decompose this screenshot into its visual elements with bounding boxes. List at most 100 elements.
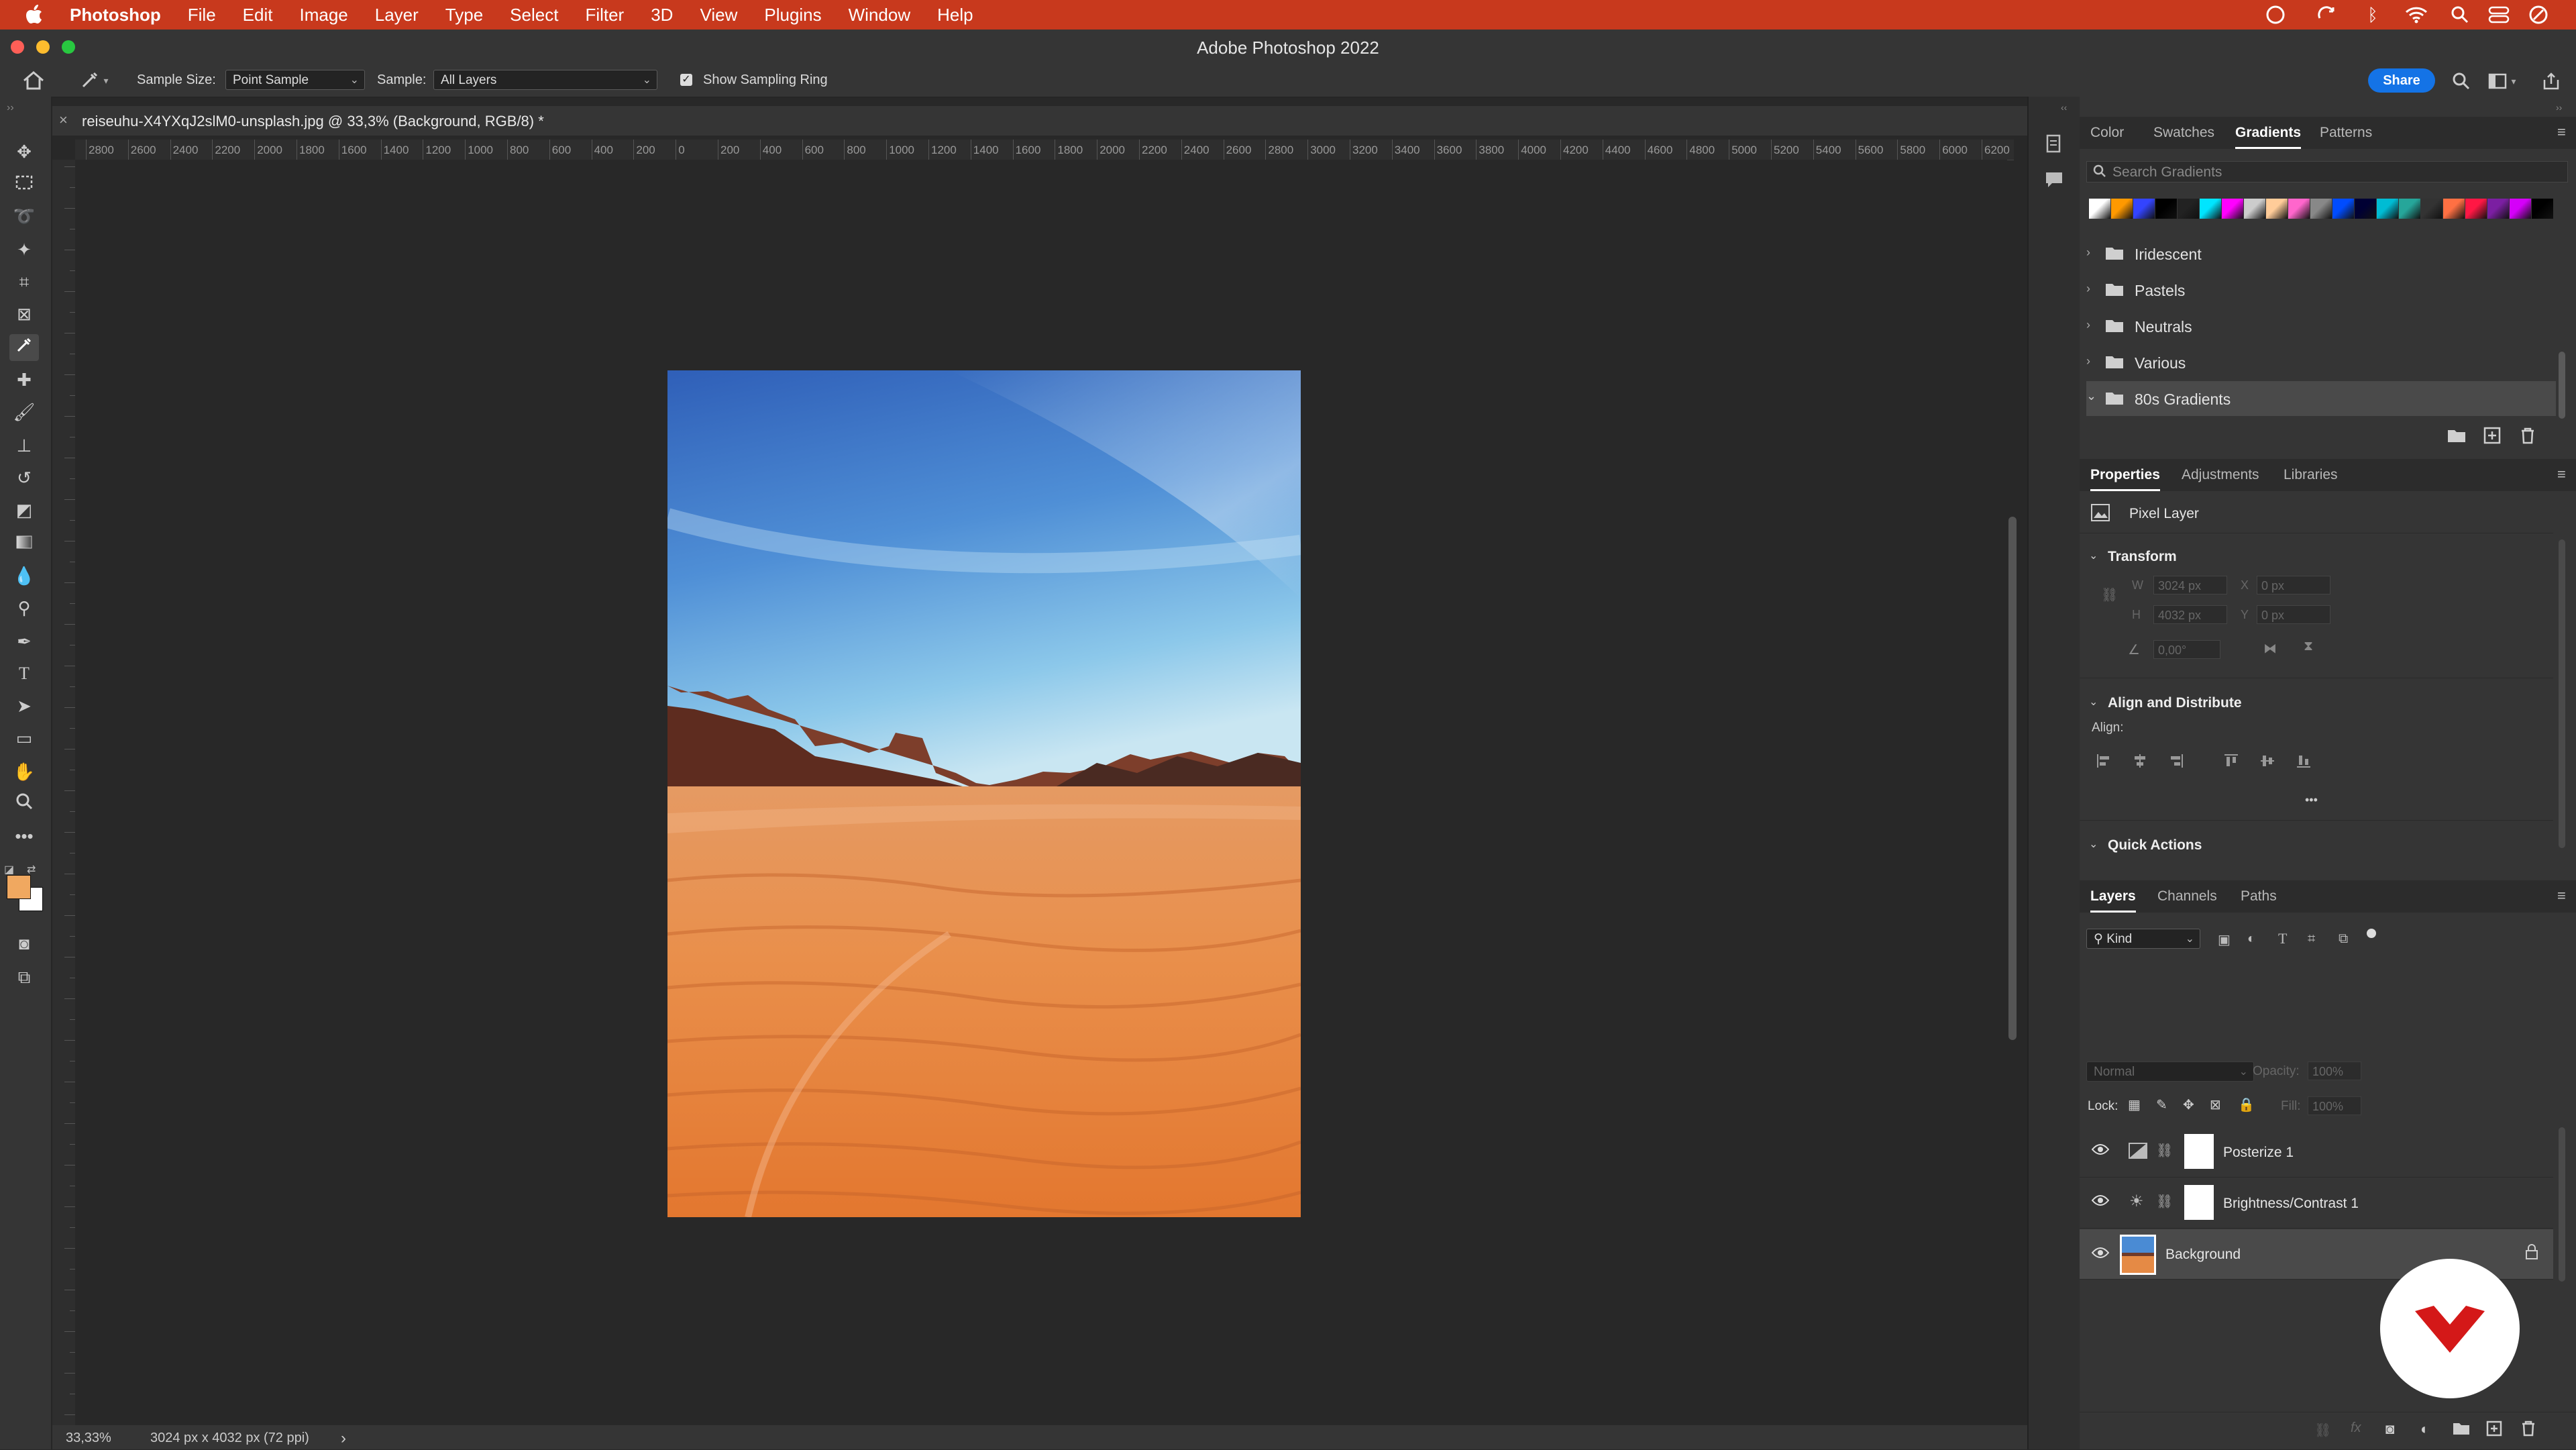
new-adjustment-icon[interactable]: ◐ — [2420, 1420, 2429, 1438]
magic-wand-tool-icon[interactable]: ✦ — [9, 236, 39, 263]
new-group-icon[interactable] — [2447, 428, 2466, 446]
search-icon[interactable] — [2450, 70, 2473, 93]
y-field[interactable]: 0 px — [2257, 605, 2330, 624]
sample-select[interactable]: All Layers ⌄ — [433, 70, 657, 90]
tab-color[interactable]: Color — [2090, 117, 2124, 149]
creative-cloud-icon[interactable] — [2265, 4, 2286, 25]
rectangle-tool-icon[interactable]: ▭ — [9, 725, 39, 752]
gradient-preset-swatch[interactable] — [2443, 199, 2465, 219]
filter-pixel-icon[interactable]: ▣ — [2218, 931, 2231, 948]
tab-adjustments[interactable]: Adjustments — [2182, 459, 2259, 491]
document-tab[interactable]: × reiseuhu-X4YXqJ2slM0-unsplash.jpg @ 33… — [52, 106, 2027, 136]
blend-mode-select[interactable]: Normal ⌄ — [2086, 1061, 2254, 1082]
screen-mode-icon[interactable]: ⧉ — [9, 964, 39, 990]
tab-patterns[interactable]: Patterns — [2320, 117, 2372, 149]
layer-name[interactable]: Brightness/Contrast 1 — [2223, 1196, 2359, 1212]
zoom-tool-icon[interactable] — [9, 790, 39, 817]
pen-tool-icon[interactable]: ✒ — [9, 628, 39, 655]
lock-artboard-icon[interactable]: ⊠ — [2210, 1096, 2221, 1113]
spotlight-search-icon[interactable] — [2450, 4, 2470, 25]
control-center-icon[interactable] — [2487, 4, 2510, 25]
align-middle-icon[interactable] — [2259, 753, 2275, 772]
eyedropper-preset-icon[interactable]: ▾ — [74, 68, 114, 93]
tab-layers[interactable]: Layers — [2090, 880, 2136, 913]
flip-vertical-icon[interactable]: ⧗ — [2304, 639, 2313, 654]
mask-link-icon[interactable]: ⛓ — [2156, 1142, 2173, 1159]
crop-tool-icon[interactable]: ⌗ — [9, 268, 39, 295]
gradient-preset-swatch[interactable] — [2200, 199, 2221, 219]
panel-menu-icon[interactable]: ≡ — [2557, 887, 2566, 904]
gradient-preset-swatch[interactable] — [2178, 199, 2199, 219]
menu-3d[interactable]: 3D — [637, 5, 686, 25]
tab-swatches[interactable]: Swatches — [2153, 117, 2214, 149]
layer-name[interactable]: Background — [2165, 1247, 2241, 1263]
export-icon[interactable] — [2540, 70, 2563, 93]
menu-filter[interactable]: Filter — [572, 5, 637, 25]
align-bottom-icon[interactable] — [2296, 753, 2312, 772]
clone-stamp-tool-icon[interactable]: ⊥ — [9, 432, 39, 459]
gradient-preset-swatch[interactable] — [2155, 199, 2177, 219]
filter-toggle-icon[interactable] — [2364, 926, 2379, 941]
healing-brush-tool-icon[interactable]: ✚ — [9, 366, 39, 393]
history-brush-tool-icon[interactable]: ↺ — [9, 464, 39, 491]
layer-row-posterize[interactable]: ⛓ Posterize 1 — [2080, 1127, 2553, 1178]
focus-moon-icon[interactable] — [2528, 4, 2549, 25]
menu-window[interactable]: Window — [835, 5, 924, 25]
gradient-preset-swatch[interactable] — [2288, 199, 2310, 219]
eraser-tool-icon[interactable]: ◩ — [9, 497, 39, 523]
chevron-down-icon[interactable]: ⌄ — [2089, 695, 2098, 709]
gradient-preset-swatch[interactable] — [2089, 199, 2110, 219]
menu-edit[interactable]: Edit — [229, 5, 286, 25]
home-icon[interactable] — [20, 68, 47, 93]
fill-field[interactable]: 100% — [2308, 1096, 2361, 1115]
document-image[interactable] — [667, 370, 1301, 1217]
group-neutrals[interactable]: › Neutrals — [2086, 309, 2556, 344]
more-tools-icon[interactable]: ••• — [9, 823, 39, 849]
menu-view[interactable]: View — [686, 5, 751, 25]
tab-channels[interactable]: Channels — [2157, 880, 2217, 913]
move-tool-icon[interactable]: ✥ — [9, 138, 39, 165]
close-document-icon[interactable]: × — [59, 111, 68, 129]
zoom-level[interactable]: 33,33% — [66, 1431, 111, 1446]
layer-lock-icon[interactable] — [2525, 1244, 2538, 1264]
gradient-preset-swatch[interactable] — [2465, 199, 2487, 219]
foreground-color-swatch[interactable] — [7, 875, 31, 899]
gradient-preset-swatch[interactable] — [2399, 199, 2420, 219]
visibility-eye-icon[interactable] — [2091, 1142, 2110, 1161]
width-field[interactable]: 3024 px — [2153, 576, 2227, 594]
gradient-preset-swatch[interactable] — [2244, 199, 2265, 219]
panel-menu-icon[interactable]: ≡ — [2557, 466, 2566, 483]
eyedropper-tool-icon[interactable] — [9, 334, 39, 361]
gradient-preset-swatch[interactable] — [2111, 199, 2133, 219]
layers-scrollbar[interactable] — [2559, 1127, 2565, 1282]
menu-select[interactable]: Select — [496, 5, 572, 25]
align-top-icon[interactable] — [2223, 753, 2239, 772]
show-sampling-ring-checkbox[interactable]: ✓ — [680, 74, 692, 86]
vertical-scrollbar[interactable] — [2008, 517, 2017, 1040]
align-section-title[interactable]: Align and Distribute — [2108, 695, 2242, 711]
visibility-eye-icon[interactable] — [2091, 1245, 2110, 1264]
menu-layer[interactable]: Layer — [362, 5, 432, 25]
gradient-preset-swatch[interactable] — [2510, 199, 2531, 219]
opacity-field[interactable]: 100% — [2308, 1061, 2361, 1080]
blur-tool-icon[interactable]: 💧 — [9, 562, 39, 589]
bluetooth-icon[interactable]: ᛒ — [2364, 4, 2381, 25]
default-colors-icon[interactable]: ◪ — [4, 863, 14, 876]
add-mask-icon[interactable]: ◙ — [2385, 1420, 2394, 1438]
lock-transparent-icon[interactable]: ▦ — [2128, 1096, 2141, 1113]
properties-scrollbar[interactable] — [2559, 539, 2565, 848]
workspace-icon[interactable]: ▾ — [2483, 70, 2521, 93]
layer-filter-kind-select[interactable]: ⚲ Kind ⌄ — [2086, 929, 2200, 949]
gradient-preset-swatch[interactable] — [2532, 199, 2553, 219]
wifi-icon[interactable] — [2404, 4, 2428, 25]
gradient-search-field[interactable]: Search Gradients — [2086, 161, 2568, 183]
x-field[interactable]: 0 px — [2257, 576, 2330, 594]
gradient-preset-swatch[interactable] — [2355, 199, 2376, 219]
gradient-preset-swatch[interactable] — [2310, 199, 2332, 219]
mask-link-icon[interactable]: ⛓ — [2156, 1193, 2173, 1210]
chevron-down-icon[interactable]: ⌄ — [2089, 837, 2098, 851]
gradient-preset-swatch[interactable] — [2421, 199, 2443, 219]
more-options-icon[interactable]: ••• — [2305, 793, 2318, 807]
sample-size-select[interactable]: Point Sample ⌄ — [225, 70, 365, 90]
apple-icon[interactable] — [0, 5, 56, 25]
